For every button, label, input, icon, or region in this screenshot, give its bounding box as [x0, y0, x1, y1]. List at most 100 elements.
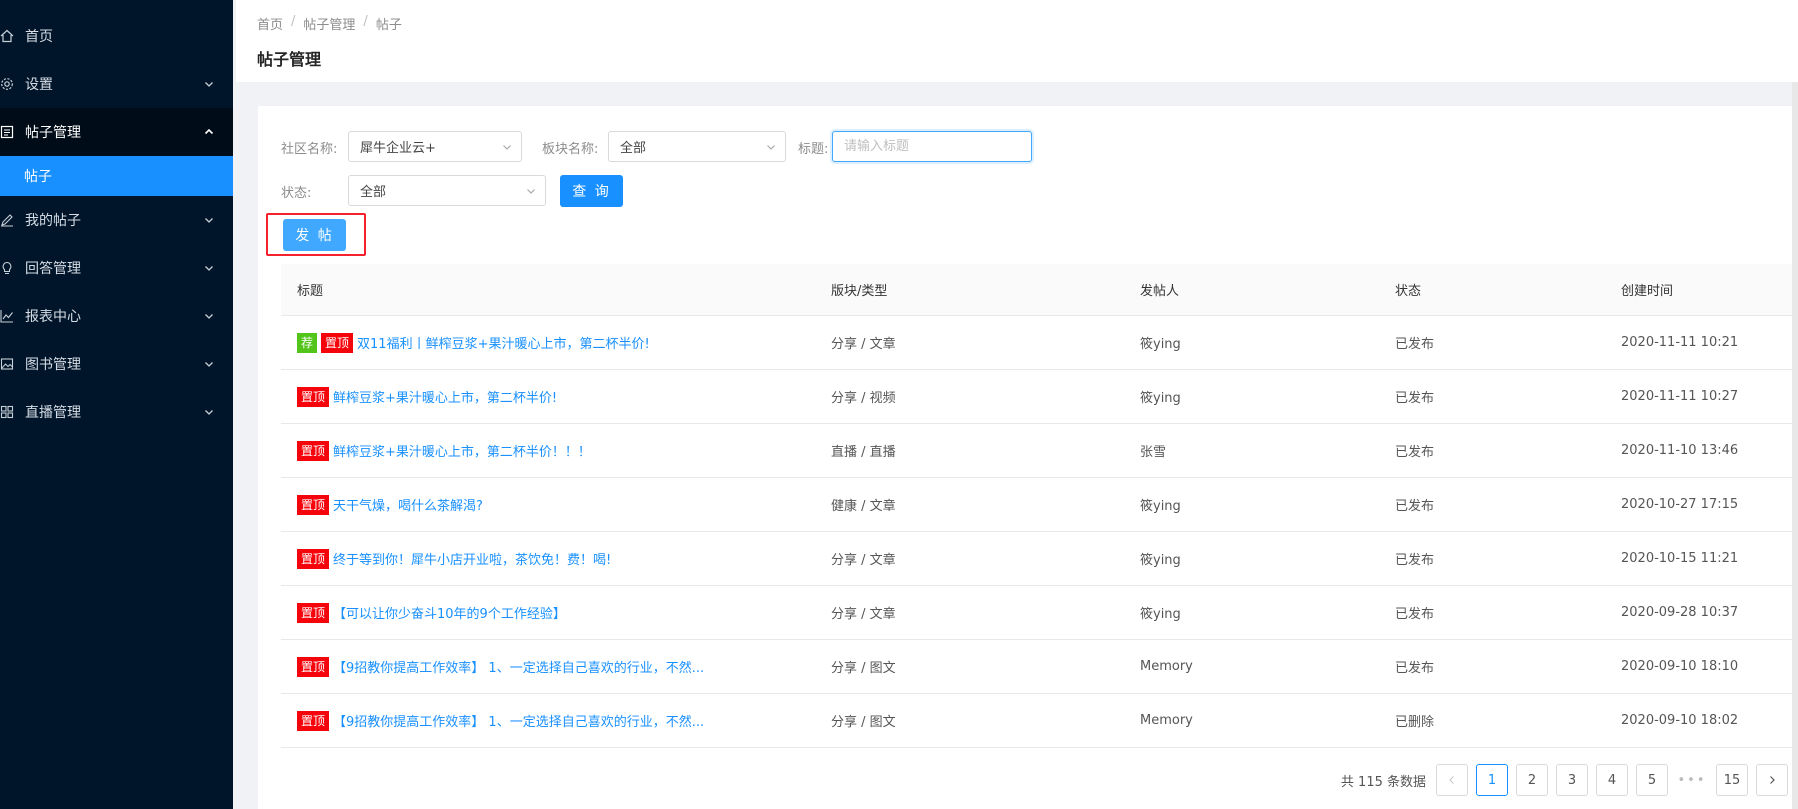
table-row: 荐 置顶 双11福利丨鲜榨豆浆+果汁暖心上市，第二杯半价! 分享 / 文章 筱y…	[281, 316, 1797, 370]
cell-title: 置顶 【9招教你提高工作效率】 1、一定选择自己喜欢的行业，不然...	[281, 710, 831, 731]
sidebar-item-post-management[interactable]: 帖子管理	[0, 108, 233, 156]
breadcrumb-home[interactable]: 首页	[257, 14, 283, 33]
cell-type: 分享 / 图文	[831, 715, 896, 730]
chart-icon	[0, 292, 22, 340]
cell-status: 已发布	[1395, 607, 1435, 622]
bulb-icon	[0, 244, 22, 292]
scrollbar[interactable]	[1792, 82, 1798, 809]
cell-created: 2020-09-28 10:37	[1621, 605, 1739, 620]
pinned-tag: 置顶	[297, 710, 330, 731]
status-label: 状态:	[281, 186, 312, 201]
community-select-value: 犀牛企业云+	[360, 141, 436, 156]
grid-icon	[0, 388, 22, 436]
table-row: 置顶 天干气燥，喝什么茶解渴? 健康 / 文章 筱ying 已发布 2020-1…	[281, 478, 1797, 532]
cell-author: 筱ying	[1140, 337, 1181, 352]
page-header: 首页 / 帖子管理 / 帖子 帖子管理	[236, 0, 1798, 82]
header-created: 创建时间	[1621, 284, 1674, 299]
main-area: 首页 / 帖子管理 / 帖子 帖子管理 社区名称: 犀牛企业云+ 板块名称: 全…	[236, 0, 1798, 809]
header-author: 发帖人	[1140, 284, 1180, 299]
cell-title: 荐 置顶 双11福利丨鲜榨豆浆+果汁暖心上市，第二杯半价!	[281, 332, 831, 353]
table-row: 置顶 【9招教你提高工作效率】 1、一定选择自己喜欢的行业，不然... 分享 /…	[281, 640, 1797, 694]
table-row: 置顶 终于等到你！犀牛小店开业啦，茶饮免！费！喝! 分享 / 文章 筱ying …	[281, 532, 1797, 586]
document-icon	[0, 108, 22, 156]
community-select[interactable]: 犀牛企业云+	[348, 131, 522, 162]
post-title-link[interactable]: 【9招教你提高工作效率】 1、一定选择自己喜欢的行业，不然...	[333, 657, 704, 676]
post-title-link[interactable]: 鲜榨豆浆+果汁暖心上市，第二杯半价！！！	[333, 441, 591, 460]
post-title-link[interactable]: 天干气燥，喝什么茶解渴?	[333, 495, 483, 514]
sidebar-item-books[interactable]: 图书管理	[0, 340, 233, 388]
pinned-tag: 置顶	[297, 656, 330, 677]
cell-author: 筱ying	[1140, 499, 1181, 514]
cell-author: 筱ying	[1140, 553, 1181, 568]
prev-page-button[interactable]	[1436, 764, 1468, 796]
header-type: 版块/类型	[831, 284, 888, 299]
post-title-link[interactable]: 【9招教你提高工作效率】 1、一定选择自己喜欢的行业，不然...	[333, 711, 704, 730]
community-label: 社区名称:	[281, 142, 338, 157]
page-button[interactable]: 4	[1596, 764, 1628, 796]
chevron-left-icon	[1449, 776, 1454, 784]
post-title-link[interactable]: 【可以让你少奋斗10年的9个工作经验】	[333, 603, 566, 622]
cell-type: 分享 / 文章	[831, 607, 896, 622]
cell-status: 已发布	[1395, 391, 1435, 406]
chevron-down-icon	[205, 218, 213, 223]
page-button[interactable]: 5	[1636, 764, 1668, 796]
breadcrumb-posts: 帖子	[375, 18, 402, 33]
status-select-value: 全部	[360, 185, 387, 200]
cell-title: 置顶 【9招教你提高工作效率】 1、一定选择自己喜欢的行业，不然...	[281, 656, 831, 677]
total-count: 共 115 条数据	[1340, 774, 1426, 790]
sidebar-item-live[interactable]: 直播管理	[0, 388, 233, 436]
cell-type: 分享 / 图文	[831, 661, 896, 676]
chevron-up-icon	[204, 128, 214, 135]
status-select[interactable]: 全部	[348, 175, 546, 206]
cell-status: 已发布	[1395, 499, 1435, 514]
page-button[interactable]: 2	[1516, 764, 1548, 796]
table-row: 置顶 【9招教你提高工作效率】 1、一定选择自己喜欢的行业，不然... 分享 /…	[281, 694, 1797, 748]
breadcrumb-post-management[interactable]: 帖子管理	[303, 14, 355, 33]
post-title-link[interactable]: 鲜榨豆浆+果汁暖心上市，第二杯半价!	[333, 387, 557, 406]
cell-created: 2020-11-11 10:27	[1621, 389, 1739, 404]
chevron-down-icon	[205, 410, 213, 415]
gear-icon	[0, 60, 22, 108]
chevron-down-icon	[205, 82, 213, 87]
new-post-button[interactable]: 发 帖	[283, 219, 346, 251]
section-select[interactable]: 全部	[608, 131, 786, 162]
post-title-link[interactable]: 双11福利丨鲜榨豆浆+果汁暖心上市，第二杯半价!	[357, 333, 650, 352]
sidebar-item-my-posts[interactable]: 我的帖子	[0, 196, 233, 244]
cell-created: 2020-10-15 11:21	[1621, 551, 1739, 566]
sidebar-subitem-posts[interactable]: 帖子	[0, 156, 233, 196]
table-row: 置顶 鲜榨豆浆+果汁暖心上市，第二杯半价！！！ 直播 / 直播 张雪 已发布 2…	[281, 424, 1797, 478]
breadcrumb: 首页 / 帖子管理 / 帖子	[257, 14, 402, 33]
page-ellipsis[interactable]: •••	[1676, 764, 1708, 796]
title-search-input[interactable]	[832, 131, 1032, 162]
sidebar-item-reports[interactable]: 报表中心	[0, 292, 233, 340]
chevron-down-icon	[767, 145, 775, 150]
page-button[interactable]: 1	[1476, 764, 1508, 796]
query-button[interactable]: 查 询	[560, 175, 623, 207]
recommend-tag: 荐	[297, 332, 318, 353]
page-button[interactable]: 3	[1556, 764, 1588, 796]
cell-status: 已删除	[1395, 715, 1435, 730]
chevron-down-icon	[205, 314, 213, 319]
post-title-link[interactable]: 终于等到你！犀牛小店开业啦，茶饮免！费！喝!	[333, 549, 611, 568]
cell-type: 分享 / 文章	[831, 337, 896, 352]
cell-created: 2020-11-11 10:21	[1621, 335, 1739, 350]
section-select-value: 全部	[620, 141, 647, 156]
page-title: 帖子管理	[257, 50, 322, 69]
table-row: 置顶 【可以让你少奋斗10年的9个工作经验】 分享 / 文章 筱ying 已发布…	[281, 586, 1797, 640]
cell-type: 分享 / 视频	[831, 391, 896, 406]
header-title: 标题	[297, 284, 324, 299]
chevron-down-icon	[205, 266, 213, 271]
sidebar-item-answers[interactable]: 回答管理	[0, 244, 233, 292]
pinned-tag: 置顶	[297, 602, 330, 623]
cell-title: 置顶 【可以让你少奋斗10年的9个工作经验】	[281, 602, 831, 623]
pagination: 共 115 条数据 1 2 3 4 5 ••• 15	[1341, 764, 1788, 796]
sidebar-item-label: 设置	[25, 77, 53, 93]
cell-title: 置顶 终于等到你！犀牛小店开业啦，茶饮免！费！喝!	[281, 548, 831, 569]
page-button[interactable]: 15	[1716, 764, 1748, 796]
sidebar-item-label: 回答管理	[25, 261, 81, 277]
sidebar-item-home[interactable]: 首页	[0, 12, 233, 60]
next-page-button[interactable]	[1756, 764, 1788, 796]
sidebar-item-settings[interactable]: 设置	[0, 60, 233, 108]
posts-table: 标题 版块/类型 发帖人 状态 创建时间 荐 置顶 双11福利丨鲜榨豆浆+果汁暖…	[281, 264, 1797, 748]
cell-type: 分享 / 文章	[831, 553, 896, 568]
